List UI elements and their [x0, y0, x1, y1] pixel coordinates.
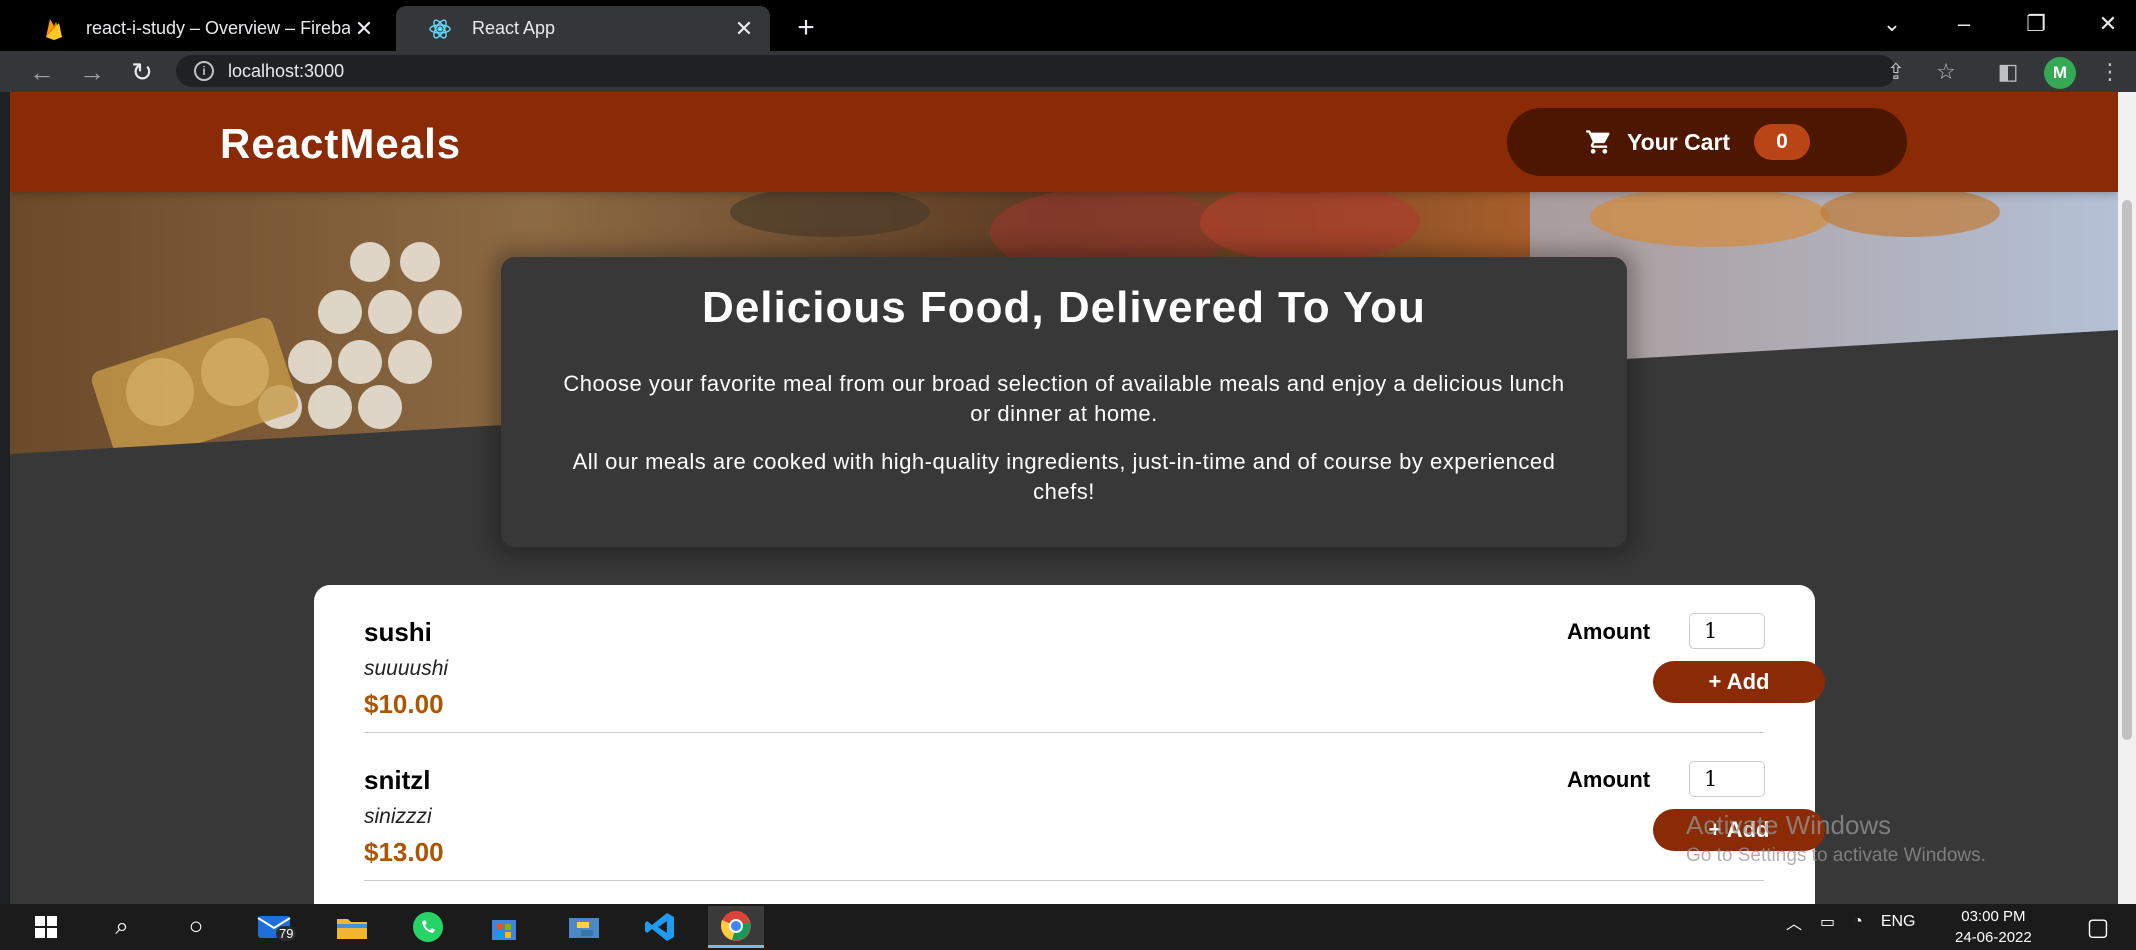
- mail-badge: 79: [276, 926, 297, 941]
- amount-input[interactable]: [1689, 761, 1765, 797]
- amount-label: Amount: [1567, 619, 1651, 644]
- meal-name: snitzl: [364, 765, 431, 795]
- share-icon[interactable]: ⇪: [1880, 56, 1912, 88]
- menu-kebab-icon[interactable]: ⋮: [2094, 56, 2126, 88]
- python-icon[interactable]: [556, 906, 612, 948]
- back-icon[interactable]: ←: [26, 56, 58, 88]
- notifications-icon[interactable]: ▢: [2070, 906, 2126, 948]
- bookmark-star-icon[interactable]: ☆: [1930, 56, 1962, 88]
- language-indicator[interactable]: ENG: [1881, 913, 1916, 931]
- meals-card: sushi suuuushi $10.00 Amount + Add snitz…: [314, 585, 1825, 904]
- page-viewport: ReactMeals Your Cart 0 Delicious Food, D…: [10, 92, 2118, 904]
- summary-paragraph: Choose your favorite meal from our broad…: [563, 371, 1565, 426]
- restore-icon[interactable]: ❐: [2016, 8, 2056, 40]
- system-tray: ︿ ▭ ◔ ENG: [1786, 910, 1915, 934]
- tab-title: react-i-study – Overview – Fireba: [86, 18, 350, 38]
- cart-icon: [1586, 130, 1610, 154]
- store-icon[interactable]: [476, 906, 532, 948]
- cart-count-badge: 0: [1754, 124, 1810, 160]
- close-tab-icon[interactable]: ✕: [730, 15, 758, 43]
- cart-label: Your Cart: [1627, 128, 1731, 155]
- meal-description: sinizzzi: [364, 805, 432, 828]
- meal-item: snitzl sinizzzi $13.00 Amount + Add: [364, 733, 1825, 881]
- activate-windows-watermark: Activate Windows Go to Settings to activ…: [1686, 810, 1986, 867]
- cortana-icon[interactable]: ○: [168, 906, 224, 948]
- amount-label: Amount: [1567, 767, 1651, 792]
- watermark-title: Activate Windows: [1686, 810, 1892, 840]
- battery-icon[interactable]: ▭: [1820, 912, 1835, 932]
- watermark-subtitle: Go to Settings to activate Windows.: [1686, 845, 1986, 866]
- tab-firebase[interactable]: react-i-study – Overview – Fireba ✕: [10, 6, 390, 51]
- meal-price: $13.00: [364, 837, 444, 867]
- address-bar[interactable]: i localhost:3000: [176, 55, 1896, 87]
- chevron-up-icon[interactable]: ︿: [1786, 910, 1802, 934]
- whatsapp-icon[interactable]: [400, 906, 456, 948]
- meal-price: $10.00: [364, 689, 444, 719]
- brand-title: ReactMeals: [220, 120, 462, 167]
- summary-title: Delicious Food, Delivered To You: [702, 283, 1426, 332]
- firebase-icon: [42, 17, 66, 41]
- file-explorer-icon[interactable]: [324, 906, 380, 948]
- close-tab-icon[interactable]: ✕: [350, 15, 378, 43]
- tab-title: React App: [472, 18, 556, 38]
- search-icon[interactable]: ⌕: [94, 906, 150, 948]
- app-header: ReactMeals Your Cart 0: [10, 92, 2118, 192]
- reload-icon[interactable]: ↻: [126, 56, 158, 88]
- wifi-icon[interactable]: ◔: [1853, 913, 1863, 931]
- chrome-icon[interactable]: [708, 906, 764, 948]
- summary-card: Delicious Food, Delivered To You Choose …: [501, 257, 1627, 547]
- new-tab-button[interactable]: +: [790, 11, 822, 44]
- profile-avatar[interactable]: M: [2044, 57, 2076, 89]
- mail-icon[interactable]: 79: [248, 906, 304, 948]
- forward-icon[interactable]: →: [76, 56, 108, 88]
- scrollbar-thumb[interactable]: [2122, 200, 2132, 740]
- tab-search-icon[interactable]: ⌄: [1872, 8, 1912, 40]
- vscode-icon[interactable]: [632, 906, 688, 948]
- close-window-icon[interactable]: ✕: [2088, 8, 2128, 40]
- url-text: localhost:3000: [228, 60, 345, 81]
- clock-date: 24-06-2022: [1955, 929, 2032, 946]
- summary-paragraph: All our meals are cooked with high-quali…: [572, 449, 1556, 504]
- minimize-icon[interactable]: –: [1944, 8, 1984, 40]
- meal-name: sushi: [364, 617, 432, 647]
- windows-start-icon[interactable]: [18, 906, 74, 948]
- taskbar-clock[interactable]: 03:00 PM 24-06-2022: [1955, 906, 2032, 948]
- react-icon: [428, 17, 452, 41]
- clock-time: 03:00 PM: [1961, 908, 2026, 925]
- amount-input[interactable]: [1689, 613, 1765, 649]
- meal-item: sushi suuuushi $10.00 Amount + Add: [364, 585, 1825, 733]
- cart-button[interactable]: Your Cart 0: [1507, 108, 1907, 176]
- add-button[interactable]: + Add: [1653, 661, 1825, 703]
- info-icon[interactable]: i: [194, 61, 214, 81]
- side-panel-icon[interactable]: ◧: [1992, 56, 2024, 88]
- tab-react-app[interactable]: React App ✕: [396, 6, 770, 51]
- meal-description: suuuushi: [364, 657, 449, 680]
